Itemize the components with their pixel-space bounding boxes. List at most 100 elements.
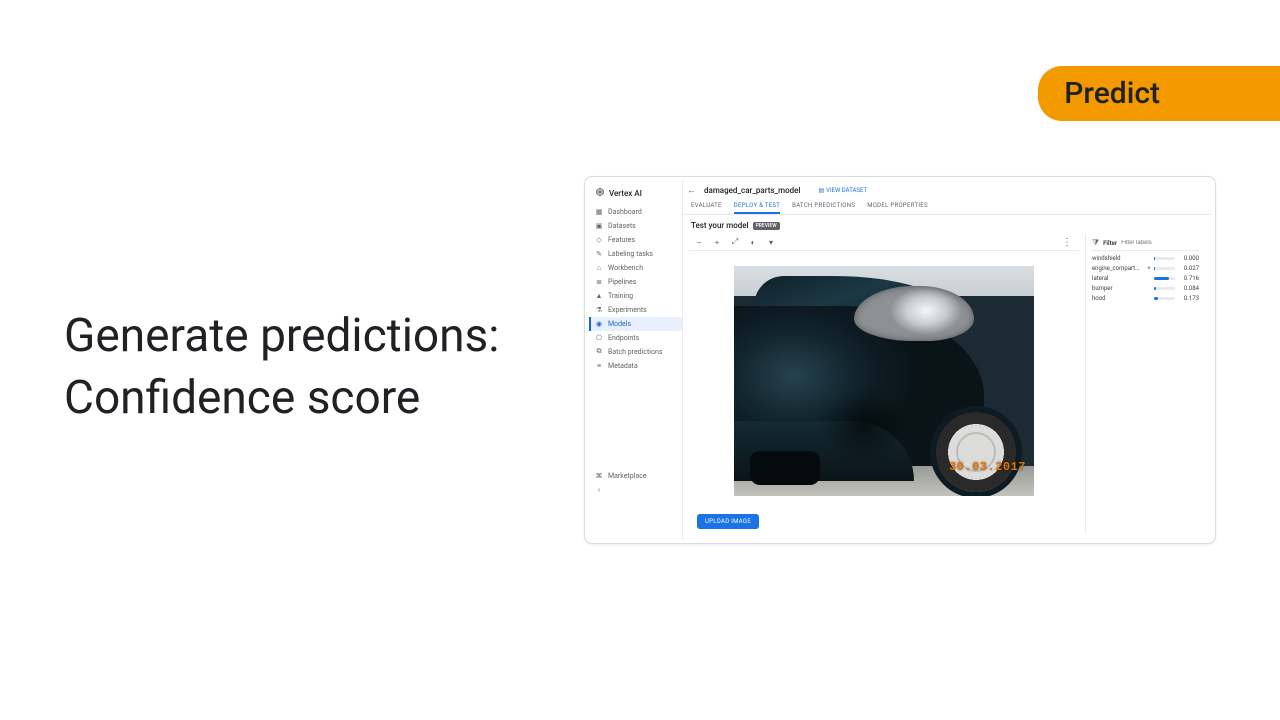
filter-input[interactable] <box>1121 240 1199 246</box>
prediction-row[interactable]: bumper 0.084 <box>1092 285 1199 292</box>
section-title: Test your model <box>691 221 749 230</box>
datasets-icon: ▣ <box>595 222 603 230</box>
sidebar-item-workbench[interactable]: ⌂ Workbench <box>589 261 682 275</box>
zoom-in-button[interactable]: + <box>711 236 723 248</box>
score-value: 0.000 <box>1177 255 1199 262</box>
score-bar <box>1154 267 1175 270</box>
sidebar-item-endpoints[interactable]: ⎔ Endpoints <box>589 331 682 345</box>
tab-evaluate[interactable]: EVALUATE <box>691 198 722 214</box>
score-bar <box>1154 297 1175 300</box>
image-timestamp: 30.03.2017 <box>949 460 1026 474</box>
section-title-row: Test your model PREVIEW <box>683 215 1211 234</box>
sidebar-item-label: Experiments <box>608 306 647 314</box>
training-icon: ▲ <box>595 292 603 300</box>
tab-batch-predictions[interactable]: BATCH PREDICTIONS <box>792 198 855 214</box>
contrast-button[interactable]: ◐ <box>747 236 759 248</box>
endpoints-icon: ⎔ <box>595 334 603 342</box>
models-icon: ◉ <box>595 320 603 328</box>
experiments-icon: ⚗ <box>595 306 603 314</box>
sidebar-item-features[interactable]: ◇ Features <box>589 233 682 247</box>
sidebar-item-label: Pipelines <box>608 278 636 286</box>
headline-line-1: Generate predictions: <box>64 305 499 367</box>
sidebar-item-dashboard[interactable]: ▦ Dashboard <box>589 205 682 219</box>
sidebar-item-labeling[interactable]: ✎ Labeling tasks <box>589 247 682 261</box>
features-icon: ◇ <box>595 236 603 244</box>
prediction-row[interactable]: engine_compartment + 0.027 <box>1092 265 1199 272</box>
sidebar-item-label: Batch predictions <box>608 348 662 356</box>
prediction-row[interactable]: windshield 0.000 <box>1092 255 1199 262</box>
sidebar-item-training[interactable]: ▲ Training <box>589 289 682 303</box>
labeling-icon: ✎ <box>595 250 603 258</box>
sidebar-item-label: Models <box>608 320 631 328</box>
stage-badge: Predict <box>1038 66 1280 121</box>
upload-image-button[interactable]: UPLOAD IMAGE <box>697 514 759 529</box>
more-menu[interactable]: ⋮ <box>1059 237 1075 248</box>
image-viewer: − + ⤢ ◐ ▾ ⋮ <box>689 234 1079 533</box>
tab-model-properties[interactable]: MODEL PROPERTIES <box>867 198 928 214</box>
metadata-icon: ≡ <box>595 362 603 370</box>
filter-icon: ⧩ <box>1092 238 1099 248</box>
stage-badge-label: Predict <box>1064 76 1160 111</box>
sidebar-item-label: Datasets <box>608 222 636 230</box>
prediction-row[interactable]: lateral 0.716 <box>1092 275 1199 282</box>
zoom-out-button[interactable]: − <box>693 236 705 248</box>
tabs: EVALUATE DEPLOY & TEST BATCH PREDICTIONS… <box>683 198 1211 215</box>
sidebar-item-label: Training <box>608 292 633 300</box>
sidebar-product[interactable]: Vertex AI <box>589 181 682 205</box>
label-name: bumper <box>1092 285 1144 292</box>
sidebar-item-experiments[interactable]: ⚗ Experiments <box>589 303 682 317</box>
label-name: windshield <box>1092 255 1144 262</box>
main-pane: ← damaged_car_parts_model ▤ VIEW DATASET… <box>683 181 1211 539</box>
view-dataset-link[interactable]: ▤ VIEW DATASET <box>818 187 867 194</box>
score-value: 0.173 <box>1177 295 1199 302</box>
dashboard-icon: ▦ <box>595 208 603 216</box>
sidebar-item-metadata[interactable]: ≡ Metadata <box>589 359 682 373</box>
score-bar <box>1154 257 1175 260</box>
screenshot-card: Vertex AI ▦ Dashboard ▣ Datasets ◇ Featu… <box>584 176 1216 544</box>
sidebar-item-label: Features <box>608 236 635 244</box>
sidebar-item-models[interactable]: ◉ Models <box>589 317 682 331</box>
preview-pill: PREVIEW <box>753 222 780 230</box>
uploaded-image[interactable]: 30.03.2017 <box>734 266 1034 496</box>
pipelines-icon: ≣ <box>595 278 603 286</box>
sidebar-collapse[interactable]: ‹ <box>589 483 682 497</box>
label-mark: + <box>1146 265 1152 272</box>
filter-header: ⧩ Filter <box>1092 238 1199 251</box>
batch-icon: ⧉ <box>595 348 603 356</box>
dataset-icon: ▤ <box>818 187 824 194</box>
label-name: lateral <box>1092 275 1144 282</box>
chevron-left-icon: ‹ <box>595 486 603 494</box>
score-value: 0.716 <box>1177 275 1199 282</box>
sidebar: Vertex AI ▦ Dashboard ▣ Datasets ◇ Featu… <box>589 181 683 539</box>
sidebar-item-label: Workbench <box>608 264 643 272</box>
label-name: engine_compartment <box>1092 265 1144 272</box>
sidebar-item-label: Metadata <box>608 362 638 370</box>
sidebar-item-batch[interactable]: ⧉ Batch predictions <box>589 345 682 359</box>
contrast-dropdown[interactable]: ▾ <box>765 236 777 248</box>
fit-button[interactable]: ⤢ <box>729 236 741 248</box>
sidebar-item-datasets[interactable]: ▣ Datasets <box>589 219 682 233</box>
score-value: 0.027 <box>1177 265 1199 272</box>
viewer-toolbar: − + ⤢ ◐ ▾ ⋮ <box>689 234 1079 251</box>
tab-deploy-test[interactable]: DEPLOY & TEST <box>734 198 780 214</box>
score-bar <box>1154 287 1175 290</box>
sidebar-item-marketplace[interactable]: ⌘ Marketplace <box>589 469 682 483</box>
headline-line-2: Confidence score <box>64 367 499 429</box>
predictions-panel: ⧩ Filter windshield 0.000 engine_compart… <box>1085 234 1205 533</box>
back-button[interactable]: ← <box>687 185 696 196</box>
sidebar-item-label: Endpoints <box>608 334 639 342</box>
sidebar-item-label: Marketplace <box>608 472 647 480</box>
sidebar-item-pipelines[interactable]: ≣ Pipelines <box>589 275 682 289</box>
workbench-icon: ⌂ <box>595 264 603 272</box>
score-value: 0.084 <box>1177 285 1199 292</box>
score-bar <box>1154 277 1175 280</box>
sidebar-item-label: Dashboard <box>608 208 642 216</box>
label-name: hood <box>1092 295 1144 302</box>
vertex-ai-icon <box>595 187 605 199</box>
marketplace-icon: ⌘ <box>595 472 603 480</box>
model-name: damaged_car_parts_model <box>704 186 800 195</box>
page-header: ← damaged_car_parts_model ▤ VIEW DATASET <box>683 181 1211 198</box>
headline: Generate predictions: Confidence score <box>64 305 499 429</box>
filter-title: Filter <box>1103 240 1117 247</box>
prediction-row[interactable]: hood 0.173 <box>1092 295 1199 302</box>
